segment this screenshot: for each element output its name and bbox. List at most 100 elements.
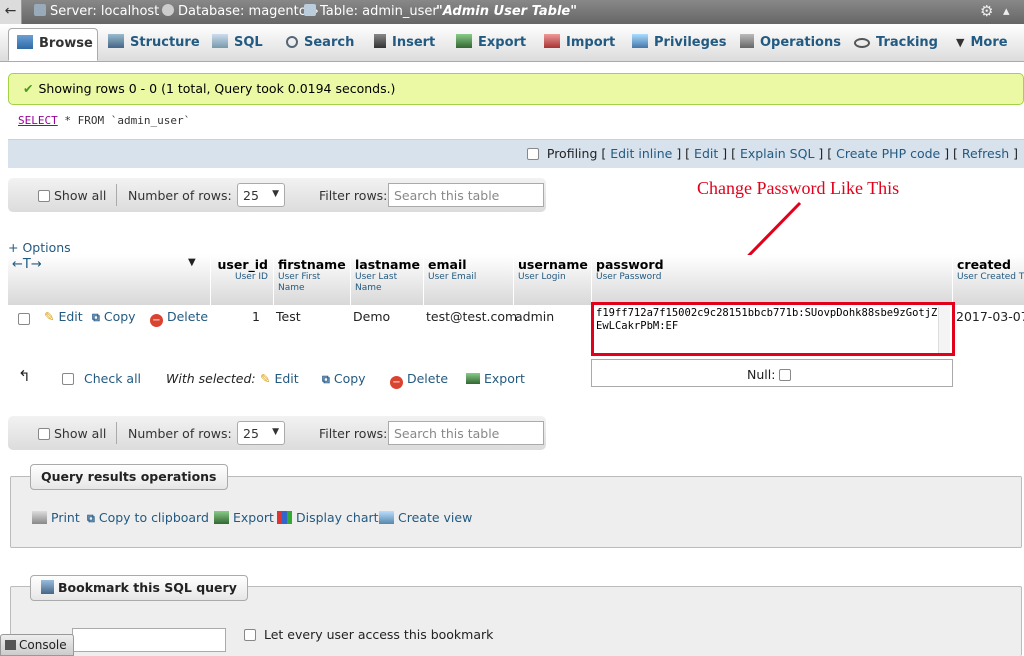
back-arrow-icon[interactable]: ←: [0, 0, 22, 24]
null-checkbox[interactable]: [779, 369, 792, 381]
column-user-id[interactable]: user_id User ID: [210, 255, 272, 305]
bookmark-public-toggle[interactable]: Let every user access this bookmark: [244, 627, 493, 642]
chevron-down-icon: ▼: [956, 36, 965, 49]
export-icon: [466, 373, 480, 384]
column-lastname[interactable]: lastname User Last Name: [350, 255, 424, 305]
tab-sql[interactable]: SQL: [204, 28, 271, 61]
tab-insert[interactable]: Insert: [366, 28, 443, 61]
bar-chart-icon: [277, 511, 292, 524]
eye-icon: [854, 38, 870, 48]
refresh-link[interactable]: Refresh: [962, 146, 1009, 161]
breadcrumb-database[interactable]: Database: magento »: [162, 4, 319, 19]
copy-icon: ⧉: [92, 311, 100, 324]
row-delete-button[interactable]: − Delete: [150, 309, 208, 327]
check-all-toggle[interactable]: Check all: [62, 371, 141, 386]
explain-sql-link[interactable]: Explain SQL: [740, 146, 814, 161]
rows-select[interactable]: 25 ▼: [237, 421, 285, 445]
chevron-down-icon[interactable]: ▼: [188, 257, 196, 268]
tab-operations[interactable]: Operations: [732, 28, 849, 61]
show-all-toggle[interactable]: Show all: [38, 426, 106, 441]
with-selected-bar: ↰ Check all With selected: ✎ Edit ⧉ Copy…: [8, 365, 588, 393]
tab-structure[interactable]: Structure: [100, 28, 208, 61]
filter-label: Filter rows:: [319, 426, 388, 441]
chevron-down-icon: ▼: [272, 427, 279, 437]
bookmark-legend: Bookmark this SQL query: [30, 575, 248, 601]
show-all-checkbox[interactable]: [38, 190, 50, 202]
create-view-link[interactable]: Create view: [379, 510, 472, 525]
check-all-checkbox[interactable]: [62, 373, 74, 385]
column-email[interactable]: email User Email: [423, 255, 513, 305]
column-username[interactable]: username User Login: [513, 255, 591, 305]
cell-email: test@test.com: [426, 309, 518, 324]
gear-icon[interactable]: ⚙: [980, 2, 993, 20]
sql-query-text[interactable]: SELECT * FROM `admin_user`: [18, 114, 190, 127]
tab-more[interactable]: ▼ More: [948, 28, 1016, 61]
breadcrumb-table[interactable]: Table: admin_user: [304, 4, 438, 19]
tab-search[interactable]: Search: [278, 28, 362, 61]
password-textarea[interactable]: f19ff712a7f15002c9c28151bbcb771b:SUovpDo…: [596, 307, 941, 353]
server-breadcrumb-bar: ← Server: localhost » Database: magento …: [0, 0, 1024, 24]
cell-user-id: 1: [252, 309, 260, 324]
table-icon: [304, 4, 316, 16]
textarea-scrollbar[interactable]: [938, 307, 950, 353]
selected-copy-button[interactable]: ⧉ Copy: [322, 371, 366, 387]
tab-import[interactable]: Import: [536, 28, 623, 61]
with-selected-label: With selected:: [166, 371, 256, 386]
tab-browse[interactable]: Browse: [8, 28, 98, 61]
copy-icon: ⧉: [322, 373, 330, 386]
browse-icon: [17, 35, 33, 49]
tab-tracking[interactable]: Tracking: [846, 28, 946, 61]
filter-rows-input[interactable]: Search this table: [388, 421, 544, 445]
show-all-checkbox[interactable]: [38, 428, 50, 440]
print-link[interactable]: Print: [32, 510, 80, 525]
table-comment: "Admin User Table": [436, 4, 578, 19]
filter-label: Filter rows:: [319, 188, 388, 203]
selected-delete-button[interactable]: − Delete: [390, 371, 448, 389]
delete-icon: −: [390, 376, 403, 389]
create-php-code-link[interactable]: Create PHP code: [836, 146, 940, 161]
breadcrumb-server[interactable]: Server: localhost »: [34, 4, 171, 19]
profiling-checkbox[interactable]: [526, 148, 539, 160]
column-password[interactable]: password User Password: [591, 255, 953, 305]
selected-edit-button[interactable]: ✎ Edit: [260, 371, 299, 386]
pencil-icon: ✎: [260, 371, 271, 386]
edit-inline-link[interactable]: Edit inline: [610, 146, 672, 161]
row-edit-button[interactable]: ✎ Edit: [44, 309, 83, 324]
import-icon: [544, 34, 560, 48]
sql-icon: [212, 34, 228, 48]
wrench-icon: [740, 34, 754, 48]
edit-link[interactable]: Edit: [694, 146, 718, 161]
copy-to-clipboard-link[interactable]: ⧉ Copy to clipboard: [87, 510, 209, 526]
column-firstname[interactable]: firstname User First Name: [273, 255, 349, 305]
collapse-icon[interactable]: ▴: [1003, 4, 1010, 19]
delete-icon: −: [150, 314, 163, 327]
copy-icon: ⧉: [87, 512, 95, 525]
sort-arrows[interactable]: ←T→: [12, 257, 42, 272]
show-all-toggle[interactable]: Show all: [38, 188, 106, 203]
server-icon: [34, 4, 46, 16]
cell-created: 2017-03-07: [956, 309, 1024, 324]
bookmark-public-checkbox[interactable]: [244, 629, 256, 641]
display-chart-link[interactable]: Display chart: [277, 510, 379, 525]
selected-export-button[interactable]: Export: [466, 371, 525, 386]
filter-rows-input[interactable]: Search this table: [388, 183, 544, 207]
tab-privileges[interactable]: Privileges: [624, 28, 734, 61]
bookmark-label-input[interactable]: [72, 628, 226, 652]
insert-icon: [374, 34, 386, 48]
rows-label: Number of rows:: [128, 426, 232, 441]
cell-username: admin: [515, 309, 555, 324]
divider: [116, 184, 117, 206]
export-link[interactable]: Export: [214, 510, 274, 525]
chevron-down-icon: ▼: [272, 189, 279, 199]
console-tab[interactable]: Console: [0, 634, 74, 656]
row-checkbox[interactable]: [18, 313, 30, 325]
options-link[interactable]: + Options: [8, 240, 71, 255]
row-copy-button[interactable]: ⧉ Copy: [92, 309, 136, 325]
tab-export[interactable]: Export: [448, 28, 534, 61]
cell-lastname: Demo: [353, 309, 391, 324]
export-icon: [456, 34, 472, 48]
rows-select[interactable]: 25 ▼: [237, 183, 285, 207]
privileges-icon: [632, 34, 648, 48]
print-icon: [32, 511, 47, 524]
column-created[interactable]: createdUser Created Time: [952, 255, 1024, 305]
